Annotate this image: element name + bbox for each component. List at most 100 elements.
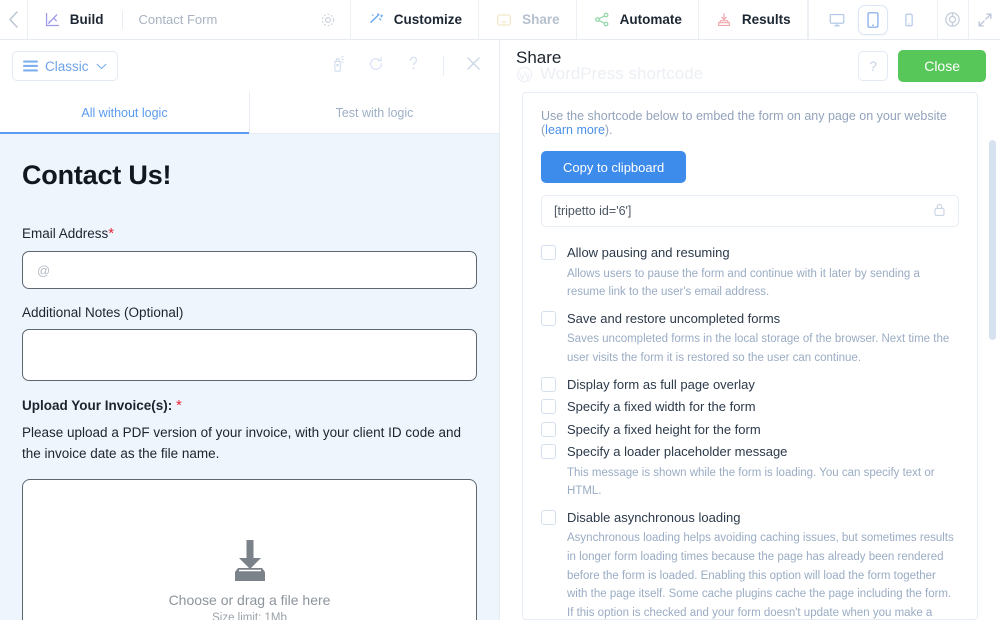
- tab-automate[interactable]: Automate: [577, 0, 699, 39]
- automate-nodes-icon: [594, 12, 609, 26]
- option-save-restore[interactable]: Save and restore uncompleted forms Saves…: [541, 309, 959, 368]
- field-upload: Upload Your Invoice(s): * Please upload …: [22, 397, 477, 620]
- form-canvas: Contact Us! Email Address* @ Additional …: [0, 134, 499, 620]
- file-dropzone[interactable]: Choose or drag a file here Size limit: 1…: [22, 478, 477, 620]
- tab-results[interactable]: Results: [699, 0, 808, 39]
- chevron-left-icon: [9, 11, 18, 28]
- share-wifi-icon: [497, 13, 511, 26]
- refresh-icon: [370, 56, 382, 70]
- option-fixed-width[interactable]: Specify a fixed width for the form: [541, 397, 959, 417]
- divider: [121, 10, 123, 29]
- email-placeholder: @: [37, 262, 51, 278]
- share-help-button[interactable]: ?: [858, 51, 889, 81]
- option-body: Specify a fixed width for the form: [567, 397, 959, 417]
- option-label: Save and restore uncompleted forms: [567, 310, 781, 326]
- build-group: Build Contact Form: [28, 0, 351, 39]
- breadcrumb[interactable]: Contact Form: [125, 12, 218, 27]
- option-description: Allows users to pause the form and conti…: [567, 267, 920, 299]
- results-inbox-icon: [717, 12, 730, 26]
- form-title: Contact Us!: [22, 160, 172, 190]
- close-button[interactable]: Close: [898, 50, 986, 82]
- tab-label: All without logic: [81, 105, 168, 120]
- form-settings-button[interactable]: [320, 12, 350, 28]
- share-scroll-region[interactable]: Use the shortcode below to embed the for…: [500, 92, 1000, 620]
- option-label: Allow pausing and resuming: [567, 245, 730, 260]
- fullscreen-button[interactable]: [969, 0, 1000, 39]
- preview-tabs: All without logic Test with logic: [0, 92, 499, 134]
- option-description: Saves uncompleted forms in the local sto…: [567, 333, 950, 364]
- tablet-icon: [867, 11, 879, 28]
- spray-clean-button[interactable]: [331, 55, 346, 78]
- email-input[interactable]: @: [22, 251, 477, 289]
- shortcode-card: Use the shortcode below to embed the for…: [522, 92, 978, 620]
- option-full-page-overlay[interactable]: Display form as full page overlay: [541, 375, 959, 395]
- checkbox[interactable]: [541, 421, 556, 437]
- preview-tool-icons: [331, 55, 487, 78]
- tab-build[interactable]: Build: [28, 11, 120, 28]
- dropzone-main-text: Choose or drag a file here: [168, 591, 331, 608]
- list-stripes-icon: [23, 59, 38, 72]
- back-button[interactable]: [0, 0, 28, 39]
- dropzone-size-limit: Size limit: 1Mb: [212, 611, 287, 620]
- download-inbox-icon: [234, 539, 265, 581]
- option-allow-pausing[interactable]: Allow pausing and resuming Allows users …: [541, 243, 959, 302]
- tab-results-label: Results: [741, 12, 791, 27]
- app-settings-button[interactable]: [938, 0, 970, 39]
- shortcode-field[interactable]: [tripetto id='6']: [541, 195, 959, 227]
- tab-customize[interactable]: Customize: [351, 0, 480, 39]
- device-mobile-button[interactable]: [894, 5, 924, 35]
- build-pencil-icon: [45, 12, 59, 27]
- share-pane: Share WordPress shortcode ? Close Use th…: [500, 40, 1000, 620]
- notes-textarea[interactable]: [22, 329, 477, 381]
- form-preview-pane: Classic All without logic Test with logi…: [0, 40, 500, 620]
- help-button-label: ?: [869, 58, 878, 74]
- option-label: Specify a fixed width for the form: [567, 399, 756, 414]
- option-disable-async-loading[interactable]: Disable asynchronous loading Asynchronou…: [541, 508, 959, 620]
- option-label: Disable asynchronous loading: [567, 509, 741, 525]
- close-preview-button[interactable]: [466, 56, 481, 76]
- style-selector-button[interactable]: Classic: [12, 51, 118, 81]
- share-title-group: Share WordPress shortcode: [516, 46, 858, 86]
- close-x-icon: [467, 57, 480, 70]
- tab-all-without-logic[interactable]: All without logic: [0, 92, 249, 134]
- checkbox[interactable]: [541, 245, 556, 260]
- option-label: Specify a loader placeholder message: [567, 444, 788, 459]
- field-upload-label: Upload Your Invoice(s): *: [22, 397, 182, 414]
- option-fixed-height[interactable]: Specify a fixed height for the form: [541, 420, 959, 440]
- learn-more-link[interactable]: learn more: [545, 123, 605, 137]
- device-desktop-button[interactable]: [822, 5, 852, 35]
- spray-icon: [334, 55, 345, 72]
- option-body: Specify a loader placeholder message Thi…: [567, 442, 959, 501]
- option-label: Specify a fixed height for the form: [567, 421, 761, 437]
- tab-build-label: Build: [69, 12, 104, 27]
- wordpress-icon: [516, 66, 533, 82]
- checkbox[interactable]: [541, 310, 556, 326]
- settings-circle-icon: [945, 12, 961, 27]
- expand-arrows-icon: [978, 13, 991, 26]
- refresh-button[interactable]: [368, 56, 384, 77]
- vertical-scrollbar-thumb[interactable]: [989, 140, 996, 340]
- field-notes-label: Additional Notes (Optional): [22, 305, 184, 320]
- help-button-preview[interactable]: [406, 55, 421, 77]
- copy-to-clipboard-button[interactable]: Copy to clipboard: [541, 151, 687, 183]
- tab-share[interactable]: Share: [479, 0, 577, 39]
- option-loader-placeholder[interactable]: Specify a loader placeholder message Thi…: [541, 442, 959, 501]
- checkbox[interactable]: [541, 509, 556, 525]
- desktop-icon: [829, 13, 844, 26]
- option-description: This message is shown while the form is …: [567, 466, 935, 498]
- tab-test-with-logic[interactable]: Test with logic: [249, 92, 499, 133]
- required-asterisk: *: [108, 225, 115, 242]
- divider: [443, 56, 444, 76]
- required-asterisk: *: [176, 397, 182, 414]
- device-tablet-button[interactable]: [857, 4, 888, 35]
- checkbox[interactable]: [541, 376, 556, 392]
- share-ghost-title-label: WordPress shortcode: [540, 64, 704, 83]
- share-ghost-title: WordPress shortcode: [516, 64, 703, 84]
- mobile-icon: [904, 13, 913, 26]
- checkbox[interactable]: [541, 444, 556, 459]
- chevron-down-icon: [96, 63, 106, 69]
- checkbox[interactable]: [541, 399, 556, 414]
- style-selector-label: Classic: [45, 58, 89, 74]
- device-toggle-group: [807, 0, 938, 39]
- option-label: Display form as full page overlay: [567, 376, 755, 392]
